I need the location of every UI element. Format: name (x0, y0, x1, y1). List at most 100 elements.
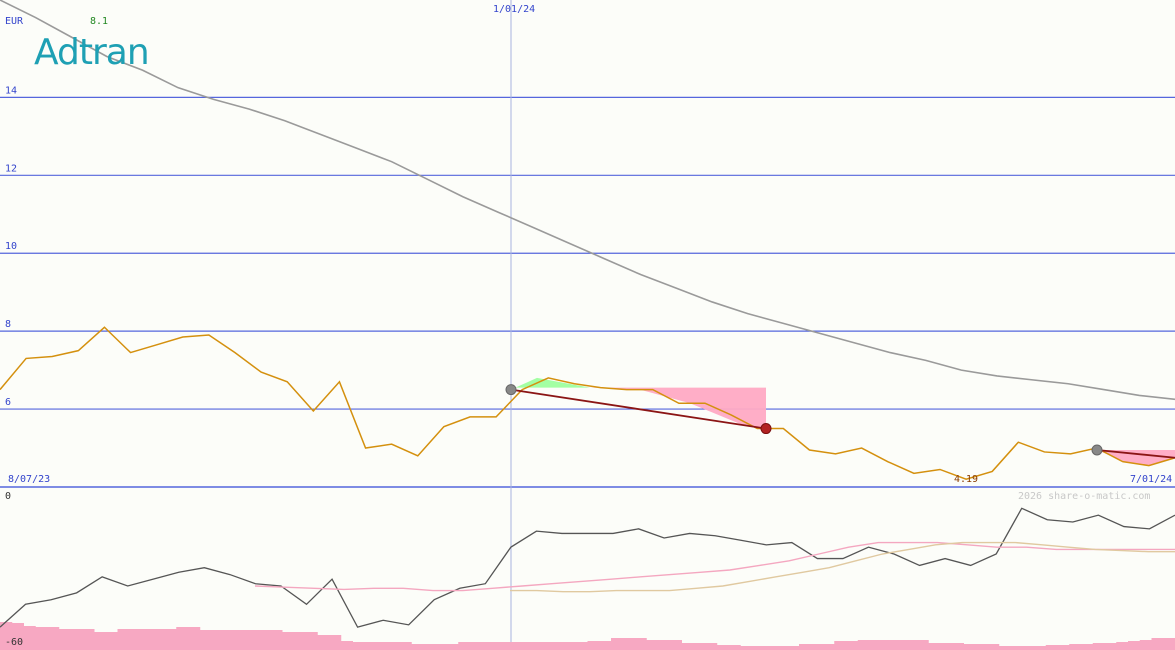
histogram-bar (129, 629, 142, 650)
histogram-bar (176, 627, 189, 650)
histogram-bar (481, 642, 494, 650)
histogram-bar (787, 646, 800, 650)
histogram-bar (1163, 638, 1175, 650)
histogram-bar (411, 644, 424, 650)
histogram-bar (117, 629, 130, 650)
histogram-bar (564, 642, 577, 650)
histogram-bar (199, 630, 212, 650)
histogram-bar (364, 642, 377, 650)
histogram-bar (399, 642, 412, 650)
histogram-bar (94, 632, 107, 650)
histogram-bar (916, 640, 929, 650)
y-tick-label: 8 (5, 319, 11, 330)
histogram-bar (658, 640, 671, 650)
histogram-bar (1151, 638, 1164, 650)
histogram-bar (528, 642, 541, 650)
histogram-bar (669, 640, 682, 650)
histogram-bar (634, 638, 647, 650)
histogram-bar (822, 644, 835, 650)
histogram-bar (446, 644, 459, 650)
histogram-bar (834, 641, 847, 650)
histogram-bar (951, 643, 964, 650)
histogram-bar (270, 630, 283, 650)
y-tick-label: 10 (5, 241, 17, 252)
price-line (0, 326, 1175, 480)
histogram-bar (329, 635, 342, 650)
histogram-bar (1081, 644, 1094, 650)
trend-end-marker (760, 423, 772, 435)
histogram-bar (552, 642, 565, 650)
histogram-bar (282, 632, 295, 650)
histogram-bar (540, 642, 553, 650)
loss-area (590, 387, 766, 429)
histogram-bar (1034, 646, 1047, 650)
histogram-bar (693, 643, 706, 650)
histogram-bar (352, 642, 365, 650)
histogram-bar (705, 643, 718, 650)
price-chart: EUR 8.1 Adtran 8/07/23 1/01/24 7/01/24 4… (0, 0, 1175, 650)
histogram-bar (223, 630, 236, 650)
date-label-end: 7/01/24 (1130, 474, 1172, 485)
chart-stage: EUR 8.1 Adtran 8/07/23 1/01/24 7/01/24 4… (0, 0, 1175, 650)
histogram-bar (35, 627, 48, 650)
histogram-bar (987, 644, 1000, 650)
histogram-bar (470, 642, 483, 650)
histogram-bar (105, 632, 118, 650)
histogram-bar (928, 643, 941, 650)
histogram-bar (1092, 643, 1105, 650)
histogram-bar (423, 644, 436, 650)
histogram-bar (1057, 645, 1070, 650)
histogram-bar (575, 642, 588, 650)
histogram-bar (857, 640, 870, 650)
last-value-label: 8.1 (90, 16, 108, 27)
histogram-bar (599, 641, 612, 650)
histogram-bar (763, 646, 776, 650)
histogram-bar (587, 641, 600, 650)
histogram-bar (904, 640, 917, 650)
histogram-bar (340, 641, 353, 650)
histogram-bar (1069, 644, 1082, 650)
trend-start-marker (505, 384, 517, 396)
histogram-bar (141, 629, 154, 650)
osc-tick-min: -60 (5, 637, 23, 648)
currency-label: EUR (5, 16, 24, 27)
histogram-bar (458, 642, 471, 650)
histogram-bar (728, 645, 741, 650)
histogram-bar (681, 643, 694, 650)
y-tick-label: 6 (5, 397, 11, 408)
histogram-bar (305, 632, 318, 650)
date-label-start: 8/07/23 (8, 474, 50, 485)
histogram-bar (752, 646, 765, 650)
histogram-bar (23, 626, 36, 650)
oscillator-signal_fast-line (254, 541, 1175, 592)
histogram-bar (1139, 640, 1152, 650)
histogram-bar (70, 629, 83, 650)
histogram-bar (893, 640, 906, 650)
histogram-bar (716, 645, 729, 650)
histogram-bar (799, 644, 812, 650)
histogram-bar (1022, 646, 1035, 650)
histogram-bar (740, 646, 753, 650)
histogram-bar (1045, 645, 1058, 650)
y-tick-label: 14 (5, 85, 17, 96)
histogram-bar (1116, 642, 1129, 650)
histogram-bar (1128, 641, 1141, 650)
histogram-bar (376, 642, 389, 650)
histogram-bar (611, 638, 624, 650)
histogram-bar (47, 627, 60, 650)
histogram-bar (211, 630, 224, 650)
histogram-bar (869, 640, 882, 650)
histogram-bar (246, 630, 259, 650)
histogram-bar (434, 644, 447, 650)
histogram-bar (622, 638, 635, 650)
histogram-bar (881, 640, 894, 650)
watermark: 2026 share-o-matic.com (1018, 491, 1150, 502)
histogram-bar (505, 642, 518, 650)
histogram-bar (998, 646, 1011, 650)
histogram-bar (1010, 646, 1023, 650)
histogram-bar (775, 646, 788, 650)
histogram-bar (387, 642, 400, 650)
histogram-bar (58, 629, 71, 650)
histogram-bar (235, 630, 248, 650)
histogram-bar (82, 629, 95, 650)
